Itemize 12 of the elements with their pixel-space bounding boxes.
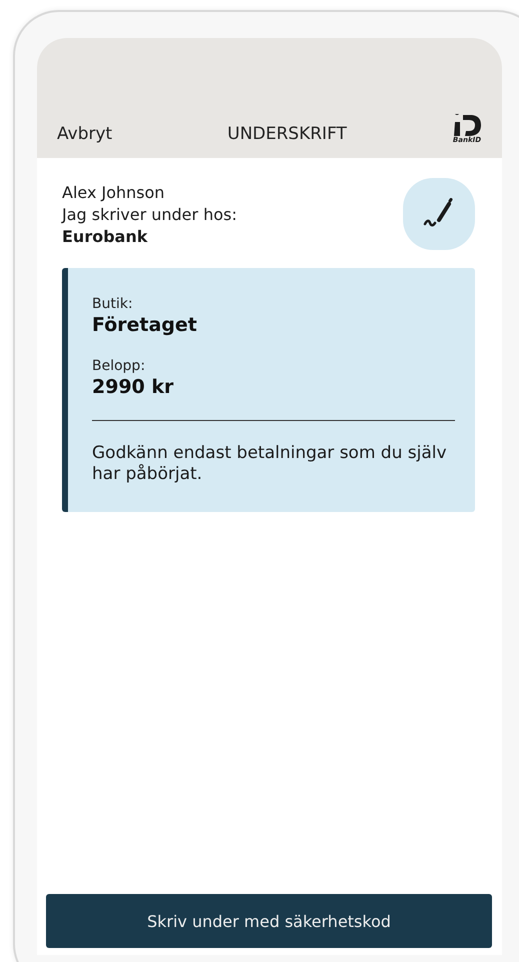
signer-name: Alex Johnson	[62, 182, 166, 202]
screen-title: UNDERSKRIFT	[227, 124, 347, 144]
logo-icon	[452, 114, 482, 136]
sign-button[interactable]: Skriv under med säkerhetskod	[46, 894, 492, 948]
recipient-name: Eurobank	[62, 226, 149, 246]
field-label: Belopp:	[92, 358, 146, 374]
notice-text: Godkänn endast betalningar som du själv har påbörjat.	[92, 443, 448, 486]
field-label: Butik:	[92, 296, 134, 312]
signing-intro: Jag skriver under hos:	[62, 204, 237, 224]
field-value: Företaget	[92, 314, 198, 336]
cancel-button[interactable]: Avbryt	[57, 124, 112, 144]
field-value: 2990 kr	[92, 376, 175, 398]
